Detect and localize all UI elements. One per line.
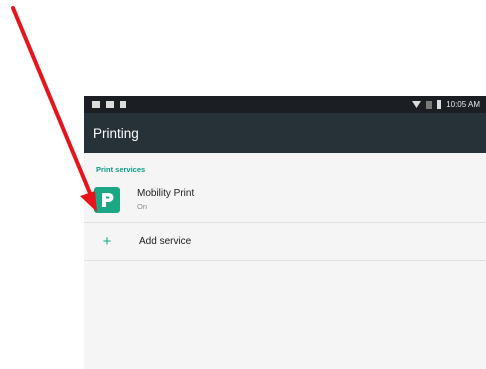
video-icon [106,101,114,108]
toolbar: Printing [84,113,486,153]
service-status: On [137,202,148,211]
plus-icon: + [102,233,112,250]
wifi-icon [412,101,422,108]
service-item-mobility-print[interactable]: Mobility Print On [84,177,486,222]
gallery-icon [92,101,100,108]
mobility-print-icon [94,186,120,213]
page-title: Printing [93,125,139,141]
status-time: 10:05 AM [446,100,480,109]
add-service-button[interactable]: + Add service [84,223,486,260]
add-service-label: Add service [139,236,192,247]
status-bar-right: 10:05 AM [412,100,480,109]
service-name: Mobility Print [137,188,195,199]
print-services-header: Print services [96,165,146,174]
signal-icon [426,100,433,109]
divider [84,260,486,261]
status-bar-left [92,101,126,108]
battery-icon [437,100,442,109]
status-bar: 10:05 AM [84,96,486,113]
service-text: Mobility Print On [137,188,194,211]
flag-icon [120,101,126,108]
android-screen: 10:05 AM Printing Print services Mobilit… [84,96,486,369]
